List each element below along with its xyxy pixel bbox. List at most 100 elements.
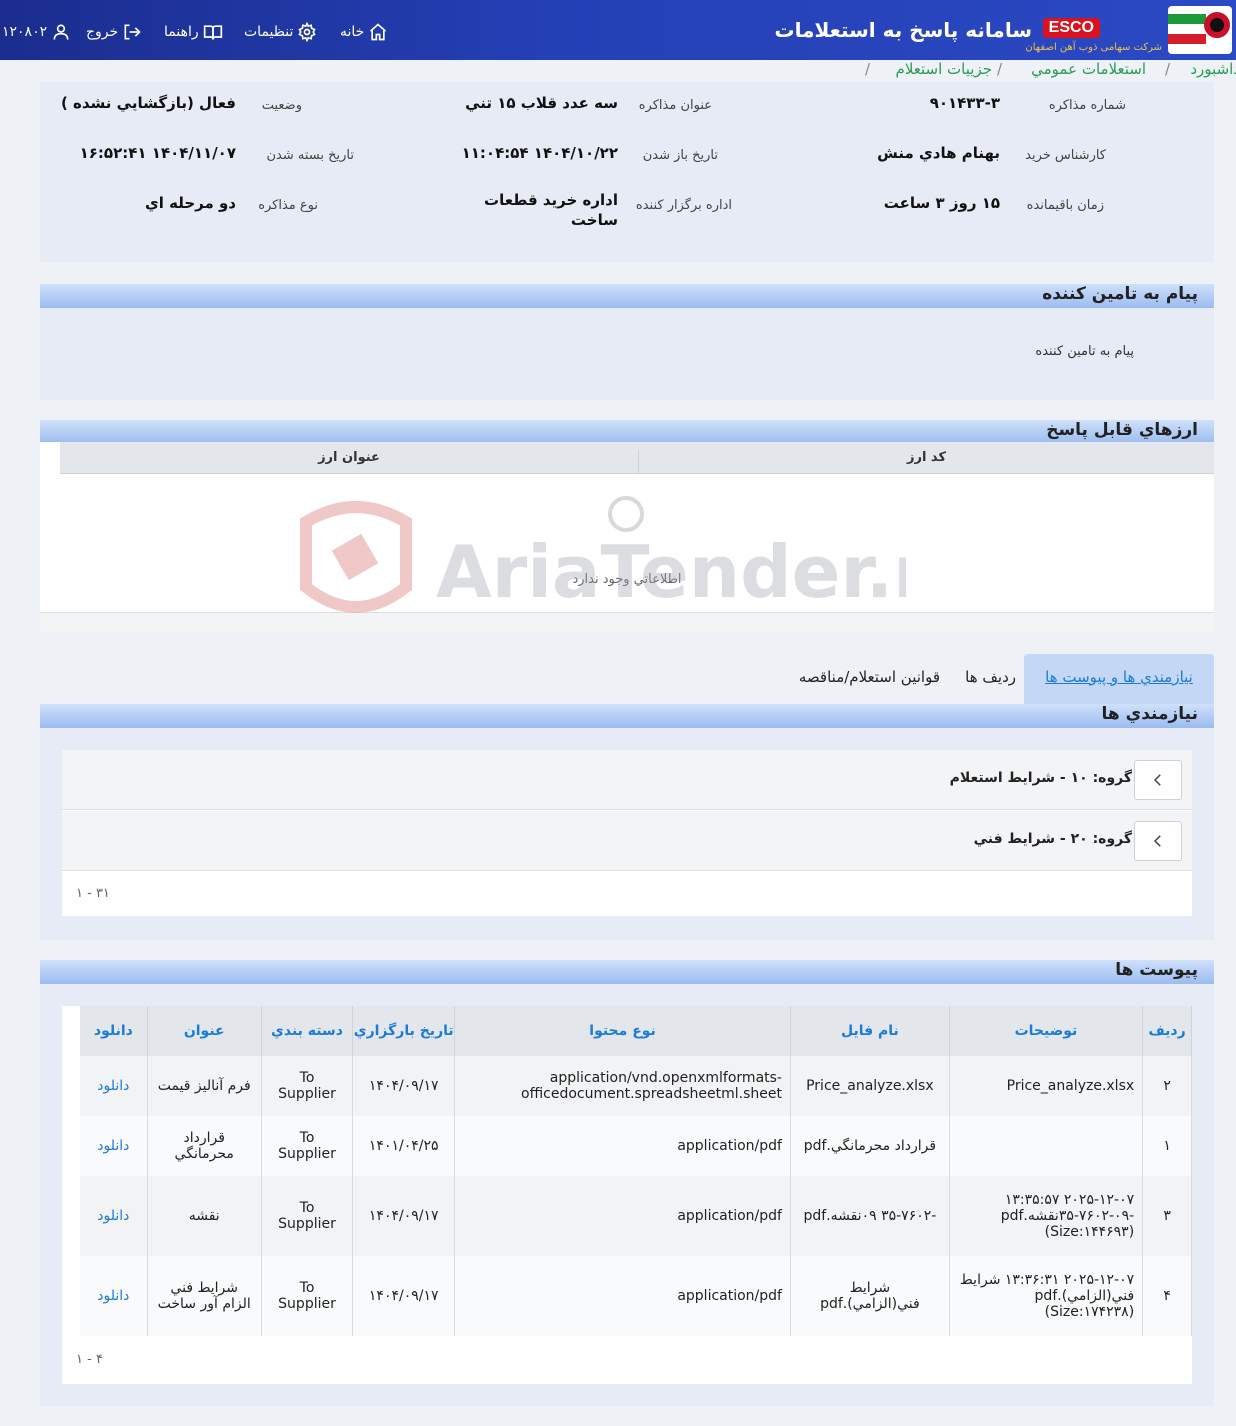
breadcrumb-separator: / <box>864 60 870 78</box>
breadcrumb-separator: / <box>996 60 1002 78</box>
cell-title: شرايط فني الزام آور ساخت <box>147 1256 262 1336</box>
cell-description: ۲۰۲۵-۱۲-۰۷ ۱۳:۳۶:۳۱ شرايط فني(الزامي).pd… <box>949 1256 1144 1336</box>
negotiation-number: ۹۰۱۴۳۳-۳ <box>929 94 1000 112</box>
cell-file-name: -۳۵-۷۶۰۲ ۰۹نقشه.pdf <box>790 1176 950 1256</box>
cell-title: فرم آناليز قيمت <box>147 1056 262 1116</box>
purchase-expert: بهنام هادي منش <box>877 144 1000 162</box>
panel-header <box>40 960 1214 984</box>
logout-icon <box>124 24 141 40</box>
col-header-description[interactable]: توضيحات <box>949 1006 1144 1056</box>
panel-header <box>40 704 1214 728</box>
download-link[interactable]: دانلود <box>97 1078 129 1094</box>
supplier-message-panel: پيام به تامين كننده پيام به تامين كننده <box>40 284 1214 400</box>
cell-category: To Supplier <box>261 1056 354 1116</box>
currencies-panel: ارزهاي قابل پاسخ كد ارز عنوان ارز اطلاعا… <box>40 420 1214 632</box>
panel-header <box>40 284 1214 308</box>
cell-file-name: شرايط فني(الزامي).pdf <box>790 1256 950 1336</box>
currency-title-header[interactable]: عنوان ارز <box>60 450 638 465</box>
tab-bar: نيازمندي ها و پيوست ها رديف ها قوانين اس… <box>0 654 1236 704</box>
status-label: وضعيت <box>261 98 302 113</box>
nav-settings-label: تنظيمات <box>244 24 294 40</box>
cell-category: To Supplier <box>261 1176 354 1256</box>
nav-logout[interactable]: خروج <box>86 22 142 42</box>
col-header-row[interactable]: رديف <box>1142 1006 1192 1056</box>
cell-upload-date: ۱۴۰۴/۰۹/۱۷ <box>352 1176 456 1256</box>
nav-settings[interactable]: تنظيمات <box>244 22 317 42</box>
cell-upload-date: ۱۴۰۱/۰۴/۲۵ <box>352 1116 456 1176</box>
tab-requirements[interactable]: نيازمندي ها و پيوست ها <box>1024 654 1214 704</box>
group-row[interactable]: گروه: ۲۰ - شرايط فني <box>62 811 1192 871</box>
expand-group-button[interactable] <box>1134 760 1182 800</box>
negotiation-type-label: نوع مذاكره <box>258 198 318 213</box>
expand-group-button[interactable] <box>1134 821 1182 861</box>
supplier-message-title: پيام به تامين كننده <box>1042 284 1198 304</box>
col-header-content-type[interactable]: نوع محتوا <box>454 1006 791 1056</box>
cell-content-type: application/pdf <box>454 1256 791 1336</box>
closing-date: ۱۴۰۴/۱۱/۰۷ ۱۶:۵۲:۴۱ <box>79 144 236 162</box>
cell-row: ۲ <box>1142 1056 1192 1116</box>
top-bar: ESCO شرکت سهامی ذوب آهن اصفهان سامانه پا… <box>0 0 1236 60</box>
breadcrumb-details[interactable]: جزييات استعلام <box>896 60 992 78</box>
requirements-pager: ۱ - ۳۱ <box>76 886 110 901</box>
grid-header: كد ارز عنوان ارز <box>60 442 1214 474</box>
attachments-pager: ۱ - ۴ <box>76 1352 103 1367</box>
opening-date: ۱۴۰۴/۱۰/۲۲ ۱۱:۰۴:۵۴ <box>461 144 618 162</box>
currencies-title: ارزهاي قابل پاسخ <box>1046 420 1198 440</box>
cell-file-name: قرارداد محرمانگي.pdf <box>790 1116 950 1176</box>
col-header-title[interactable]: عنوان <box>147 1006 262 1056</box>
negotiation-type: دو مرحله اي <box>144 194 236 212</box>
cell-category: To Supplier <box>261 1116 354 1176</box>
grid-footer <box>40 612 1214 632</box>
cell-row: ۳ <box>1142 1176 1192 1256</box>
currency-code-header[interactable]: كد ارز <box>638 450 1214 474</box>
tab-rows[interactable]: رديف ها <box>965 668 1016 686</box>
download-link[interactable]: دانلود <box>97 1138 129 1154</box>
nav-home[interactable]: خانه <box>340 22 388 42</box>
download-link[interactable]: دانلود <box>97 1288 129 1304</box>
cell-upload-date: ۱۴۰۴/۰۹/۱۷ <box>352 1056 456 1116</box>
company-logo <box>1168 6 1232 54</box>
cell-title: نقشه <box>147 1176 262 1256</box>
negotiation-title: سه عدد قلاب ۱۵ تني <box>465 94 618 112</box>
user-icon <box>53 24 69 40</box>
nav-user[interactable]: ۱۲۰۸۰۲ <box>2 22 71 42</box>
cell-row: ۴ <box>1142 1256 1192 1336</box>
nav-help[interactable]: راهنما <box>164 22 223 42</box>
opening-date-label: تاريخ باز شدن <box>642 148 718 163</box>
status-value: فعال (بازگشايي نشده ) <box>60 94 236 112</box>
cell-row: ۱ <box>1142 1116 1192 1176</box>
breadcrumb-dashboard[interactable]: داشبورد <box>1190 60 1236 78</box>
brand-subtitle: شرکت سهامی ذوب آهن اصفهان <box>1025 42 1162 53</box>
tab-rules[interactable]: قوانين استعلام/مناقصه <box>799 668 940 686</box>
breadcrumb-public[interactable]: استعلامات عمومي <box>1031 60 1146 78</box>
nav-home-label: خانه <box>340 24 365 40</box>
brand-badge: ESCO <box>1042 18 1100 38</box>
nav-help-label: راهنما <box>164 24 199 40</box>
user-code: ۱۲۰۸۰۲ <box>2 24 48 40</box>
remaining-time: ۱۵ روز ۳ ساعت <box>883 194 1000 212</box>
col-header-download[interactable]: دانلود <box>80 1006 148 1056</box>
panel-header <box>40 420 1214 444</box>
cell-description <box>949 1116 1144 1176</box>
cell-category: To Supplier <box>261 1256 354 1336</box>
col-header-upload-date[interactable]: تاريخ بارگزاري <box>352 1006 456 1056</box>
cell-content-type: application/vnd.openxmlformats-officedoc… <box>454 1056 791 1116</box>
table-row: ۲ Price_analyze.xlsx Price_analyze.xlsx … <box>80 1056 1192 1116</box>
table-row: ۱ قرارداد محرمانگي.pdf application/pdf ۱… <box>80 1116 1192 1176</box>
group-row[interactable]: گروه: ۱۰ - شرايط استعلام <box>62 750 1192 810</box>
group-label: گروه: ۱۰ - شرايط استعلام <box>949 770 1132 786</box>
negotiation-title-label: عنوان مذاكره <box>638 98 712 113</box>
attachments-grid: رديف توضيحات نام فايل نوع محتوا تاريخ با… <box>62 1006 1192 1384</box>
book-icon <box>203 25 222 40</box>
attachments-title: پيوست ها <box>1115 960 1198 980</box>
chevron-left-icon <box>1153 774 1161 786</box>
download-link[interactable]: دانلود <box>97 1208 129 1224</box>
col-header-category[interactable]: دسته بندي <box>261 1006 354 1056</box>
gear-icon <box>298 22 317 42</box>
empty-message: اطلاعاتي وجود ندارد <box>572 572 682 587</box>
col-header-file-name[interactable]: نام فايل <box>790 1006 950 1056</box>
chevron-left-icon <box>1153 835 1161 847</box>
purchase-expert-label: كارشناس خريد <box>1025 148 1106 163</box>
cell-file-name: Price_analyze.xlsx <box>790 1056 950 1116</box>
negotiation-number-label: شماره مذاكره <box>1048 98 1126 113</box>
